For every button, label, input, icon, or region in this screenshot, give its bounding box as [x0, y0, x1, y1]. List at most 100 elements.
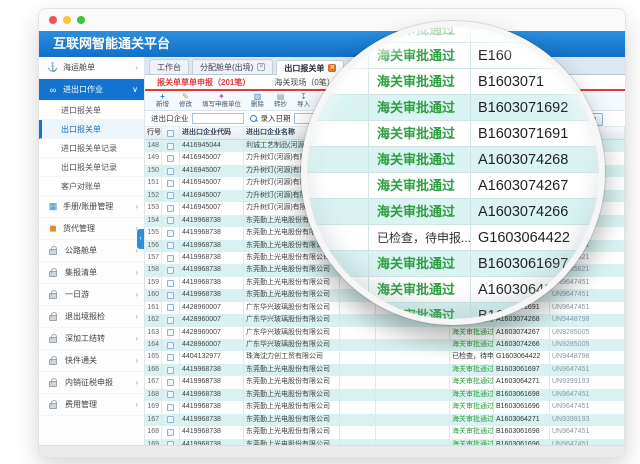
table-row[interactable]: 165 4404132977珠海沈力创工贸有限公司 已检查，待申报...G16030…	[145, 351, 625, 364]
sidebar-subitem-出口报关单记录[interactable]: 出口报关单记录	[39, 158, 144, 177]
toolbar-button-转抄[interactable]: ▤ 转抄	[269, 92, 292, 109]
row-checkbox[interactable]	[167, 204, 174, 212]
table-row[interactable]: 169 4419968738 东莞勤上光电股份有限公司 海关审批通过 B16030616…	[145, 401, 625, 414]
company-code: 4419968738	[180, 276, 244, 290]
row-checkbox[interactable]	[167, 180, 174, 188]
empty-cell	[376, 376, 450, 389]
status-cell: 海关审批通过	[450, 413, 494, 427]
table-row[interactable]: 167 4419968738 东莞勤上光电股份有限公司 海关审批通过 A16030642…	[145, 376, 625, 389]
row-checkbox[interactable]	[167, 242, 174, 250]
magnified-doc-number: A1603074267	[478, 177, 569, 194]
company-code: 4419968738	[180, 251, 244, 265]
magnified-doc-number: A1603064271	[478, 281, 569, 298]
row-checkbox-cell	[162, 214, 180, 228]
vessel-cell: UN9399193	[550, 413, 625, 427]
sidebar-item-4[interactable]: ◼ 货代管理 ›	[39, 218, 144, 240]
row-number: 163	[145, 326, 162, 339]
table-row[interactable]: 167 4419968738 东莞勤上光电股份有限公司 海关审批通过 A16030642…	[145, 413, 625, 427]
chevron-icon: ›	[135, 202, 138, 211]
sidebar: ⚓ 海运舱单 › ∞ 进出口作业 ∨ 进口报关单 出口报关单 进口报关单记录 出口报关单记录 客户对…	[39, 57, 145, 447]
magnified-empty-cell	[307, 147, 369, 172]
row-checkbox[interactable]	[167, 192, 174, 200]
sidebar-item-9[interactable]: 深加工结转 ›	[39, 328, 144, 350]
company-code: 4416945044	[180, 140, 244, 153]
row-number: 168	[145, 388, 162, 402]
row-checkbox[interactable]	[167, 142, 174, 150]
close-icon[interactable]: ✕	[257, 63, 266, 71]
column-header-1[interactable]: 行号	[145, 127, 162, 139]
toolbar-button-label: 新增	[156, 100, 169, 108]
row-checkbox[interactable]	[167, 379, 174, 387]
sidebar-item-7[interactable]: 一日游 ›	[39, 284, 144, 306]
row-checkbox[interactable]	[167, 341, 174, 349]
toolbar-button-填写申报单位[interactable]: ✦ 填写申报单位	[197, 92, 246, 109]
sidebar-item-label: 手册/账册管理	[63, 202, 114, 211]
toolbar-button-删除[interactable]: ▥ 删除	[246, 92, 269, 109]
row-checkbox[interactable]	[167, 366, 174, 374]
row-checkbox[interactable]	[167, 428, 174, 436]
sidebar-item-1[interactable]: ⚓ 海运舱单 ›	[39, 57, 144, 79]
page: 互联网智能通关平台 ⚓ 海运舱单 › ∞ 进出口作业 ∨ 进口报关单 出口报关单 进口报关单记录…	[0, 0, 640, 464]
row-checkbox[interactable]	[167, 229, 174, 237]
row-checkbox[interactable]	[167, 155, 174, 163]
sidebar-item-2[interactable]: ∞ 进出口作业 ∨	[39, 79, 144, 101]
zoom-window-button[interactable]	[77, 16, 85, 24]
row-checkbox-cell	[162, 339, 180, 352]
magnified-row: 海关审批通过 B1603061697	[307, 251, 599, 277]
sidebar-item-11[interactable]: 内销征税申报 ›	[39, 372, 144, 394]
company-filter-label: 进出口企业	[151, 114, 189, 123]
row-checkbox[interactable]	[167, 267, 174, 275]
chevron-icon: ›	[135, 63, 138, 72]
company-name: 东莞勤上光电股份有限公司	[244, 426, 340, 439]
row-checkbox[interactable]	[167, 391, 174, 399]
tab-分配舱单(出境)[interactable]: 分配舱单(出境) ✕	[192, 59, 274, 74]
row-checkbox[interactable]	[167, 217, 174, 225]
table-row[interactable]: 168 4419968738 东莞勤上光电股份有限公司 海关审批通过 B16030616…	[145, 388, 625, 402]
sidebar-item-3[interactable]: ▦ 手册/账册管理 ›	[39, 196, 144, 218]
close-window-button[interactable]	[49, 16, 57, 24]
tab-工作台[interactable]: 工作台	[149, 59, 189, 74]
sidebar-subitem-进口报关单记录[interactable]: 进口报关单记录	[39, 139, 144, 158]
table-row[interactable]: 166 4419968738 东莞勤上光电股份有限公司 海关审批通过 B16030616…	[145, 363, 625, 377]
vessel-cell: UN9647451	[550, 401, 625, 414]
sidebar-item-10[interactable]: 快件通关 ›	[39, 350, 144, 372]
sidebar-item-label: 进出口作业	[63, 85, 103, 94]
ship-icon: ⚓	[47, 62, 59, 72]
select-all-checkbox[interactable]	[167, 129, 174, 137]
sidebar-item-5[interactable]: 公路舱单 ›	[39, 240, 144, 262]
toolbar-button-新增[interactable]: + 新增	[151, 92, 174, 109]
subtab-1[interactable]: 报关单草单申报（201笔）	[145, 77, 262, 88]
row-checkbox-cell	[162, 326, 180, 339]
table-row[interactable]: 164 4428960007 广东华兴玻璃股份有限公司 海关审批通过 A16030742…	[145, 339, 625, 352]
company-filter-input[interactable]	[191, 113, 244, 124]
sidebar-subitem-出口报关单[interactable]: 出口报关单	[39, 120, 144, 139]
table-row[interactable]: 163 4428960007 广东华兴玻璃股份有限公司 海关审批通过 A16030742…	[145, 326, 625, 339]
sidebar-item-12[interactable]: 费用管理 ›	[39, 394, 144, 416]
minimize-window-button[interactable]	[63, 16, 71, 24]
column-header-3[interactable]: 进出口企业代码	[180, 127, 244, 139]
sidebar-item-6[interactable]: 集报清单 ›	[39, 262, 144, 284]
sidebar-item-8[interactable]: 退出境报检 ›	[39, 306, 144, 328]
row-checkbox-cell	[162, 264, 180, 277]
status-cell: 海关审批通过	[450, 363, 494, 377]
toolbar-button-修改[interactable]: ✎ 修改	[174, 92, 197, 109]
column-header-2[interactable]	[162, 127, 180, 139]
row-checkbox[interactable]	[167, 167, 174, 175]
row-checkbox[interactable]	[167, 316, 174, 324]
row-checkbox[interactable]	[167, 279, 174, 287]
row-checkbox[interactable]	[167, 329, 174, 337]
row-checkbox[interactable]	[167, 304, 174, 312]
search-icon[interactable]	[249, 114, 258, 123]
row-checkbox[interactable]	[167, 416, 174, 424]
sidebar-subitem-进口报关单[interactable]: 进口报关单	[39, 101, 144, 120]
row-checkbox[interactable]	[167, 291, 174, 299]
row-checkbox[interactable]	[167, 403, 174, 411]
sidebar-subitem-客户对账单[interactable]: 客户对账单	[39, 177, 144, 196]
sidebar-item-label: 快件通关	[65, 356, 97, 365]
sidebar-collapse-handle[interactable]: ‹	[137, 229, 144, 249]
row-checkbox-cell	[162, 426, 180, 439]
row-checkbox[interactable]	[167, 254, 174, 262]
row-checkbox[interactable]	[167, 354, 174, 362]
status-cell: 海关审批通过	[450, 426, 494, 439]
table-row[interactable]: 168 4419968738 东莞勤上光电股份有限公司 海关审批通过 B16030616…	[145, 426, 625, 439]
